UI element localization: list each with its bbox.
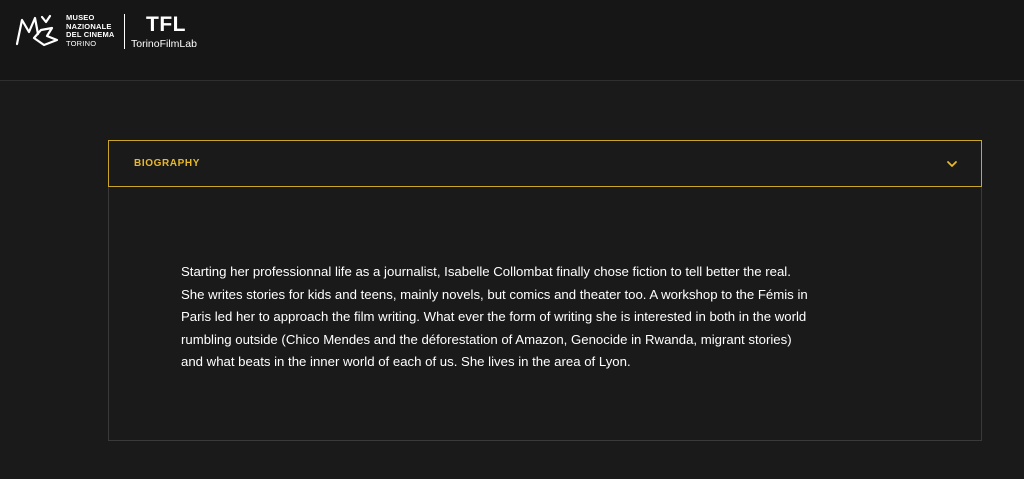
museo-cinema-logo-icon [15, 14, 59, 47]
biography-line: rumbling outside (Chico Mendes and the d… [181, 331, 792, 347]
museo-cinema-logo-link[interactable]: MUSEO NAZIONALE DEL CINEMA TORINO [14, 13, 115, 48]
torino-film-lab-logo-link[interactable]: TFL TorinoFilmLab [131, 13, 197, 51]
chevron-down-icon[interactable] [945, 157, 959, 171]
tfl-mark: TFL [146, 13, 186, 36]
biography-accordion: BIOGRAPHY Starting her professionnal lif… [108, 140, 982, 441]
biography-title: BIOGRAPHY [134, 158, 200, 169]
biography-text: Starting her professionnal life as a jou… [181, 261, 921, 374]
biography-line: She writes stories for kids and teens, m… [181, 286, 808, 302]
tfl-name: TorinoFilmLab [131, 38, 197, 50]
logo-divider [124, 14, 125, 49]
biography-line: Paris led her to approach the film writi… [181, 309, 807, 324]
site-header: MUSEO NAZIONALE DEL CINEMA TORINO TFL To… [0, 0, 1024, 81]
biography-line: and what beats in the inner world of eac… [181, 354, 631, 369]
museo-cinema-wordmark: MUSEO NAZIONALE DEL CINEMA TORINO [66, 13, 115, 48]
museo-line-4: TORINO [66, 38, 97, 48]
biography-line: Starting her professionnal life as a jou… [181, 264, 791, 279]
biography-accordion-header[interactable]: BIOGRAPHY [108, 140, 982, 187]
